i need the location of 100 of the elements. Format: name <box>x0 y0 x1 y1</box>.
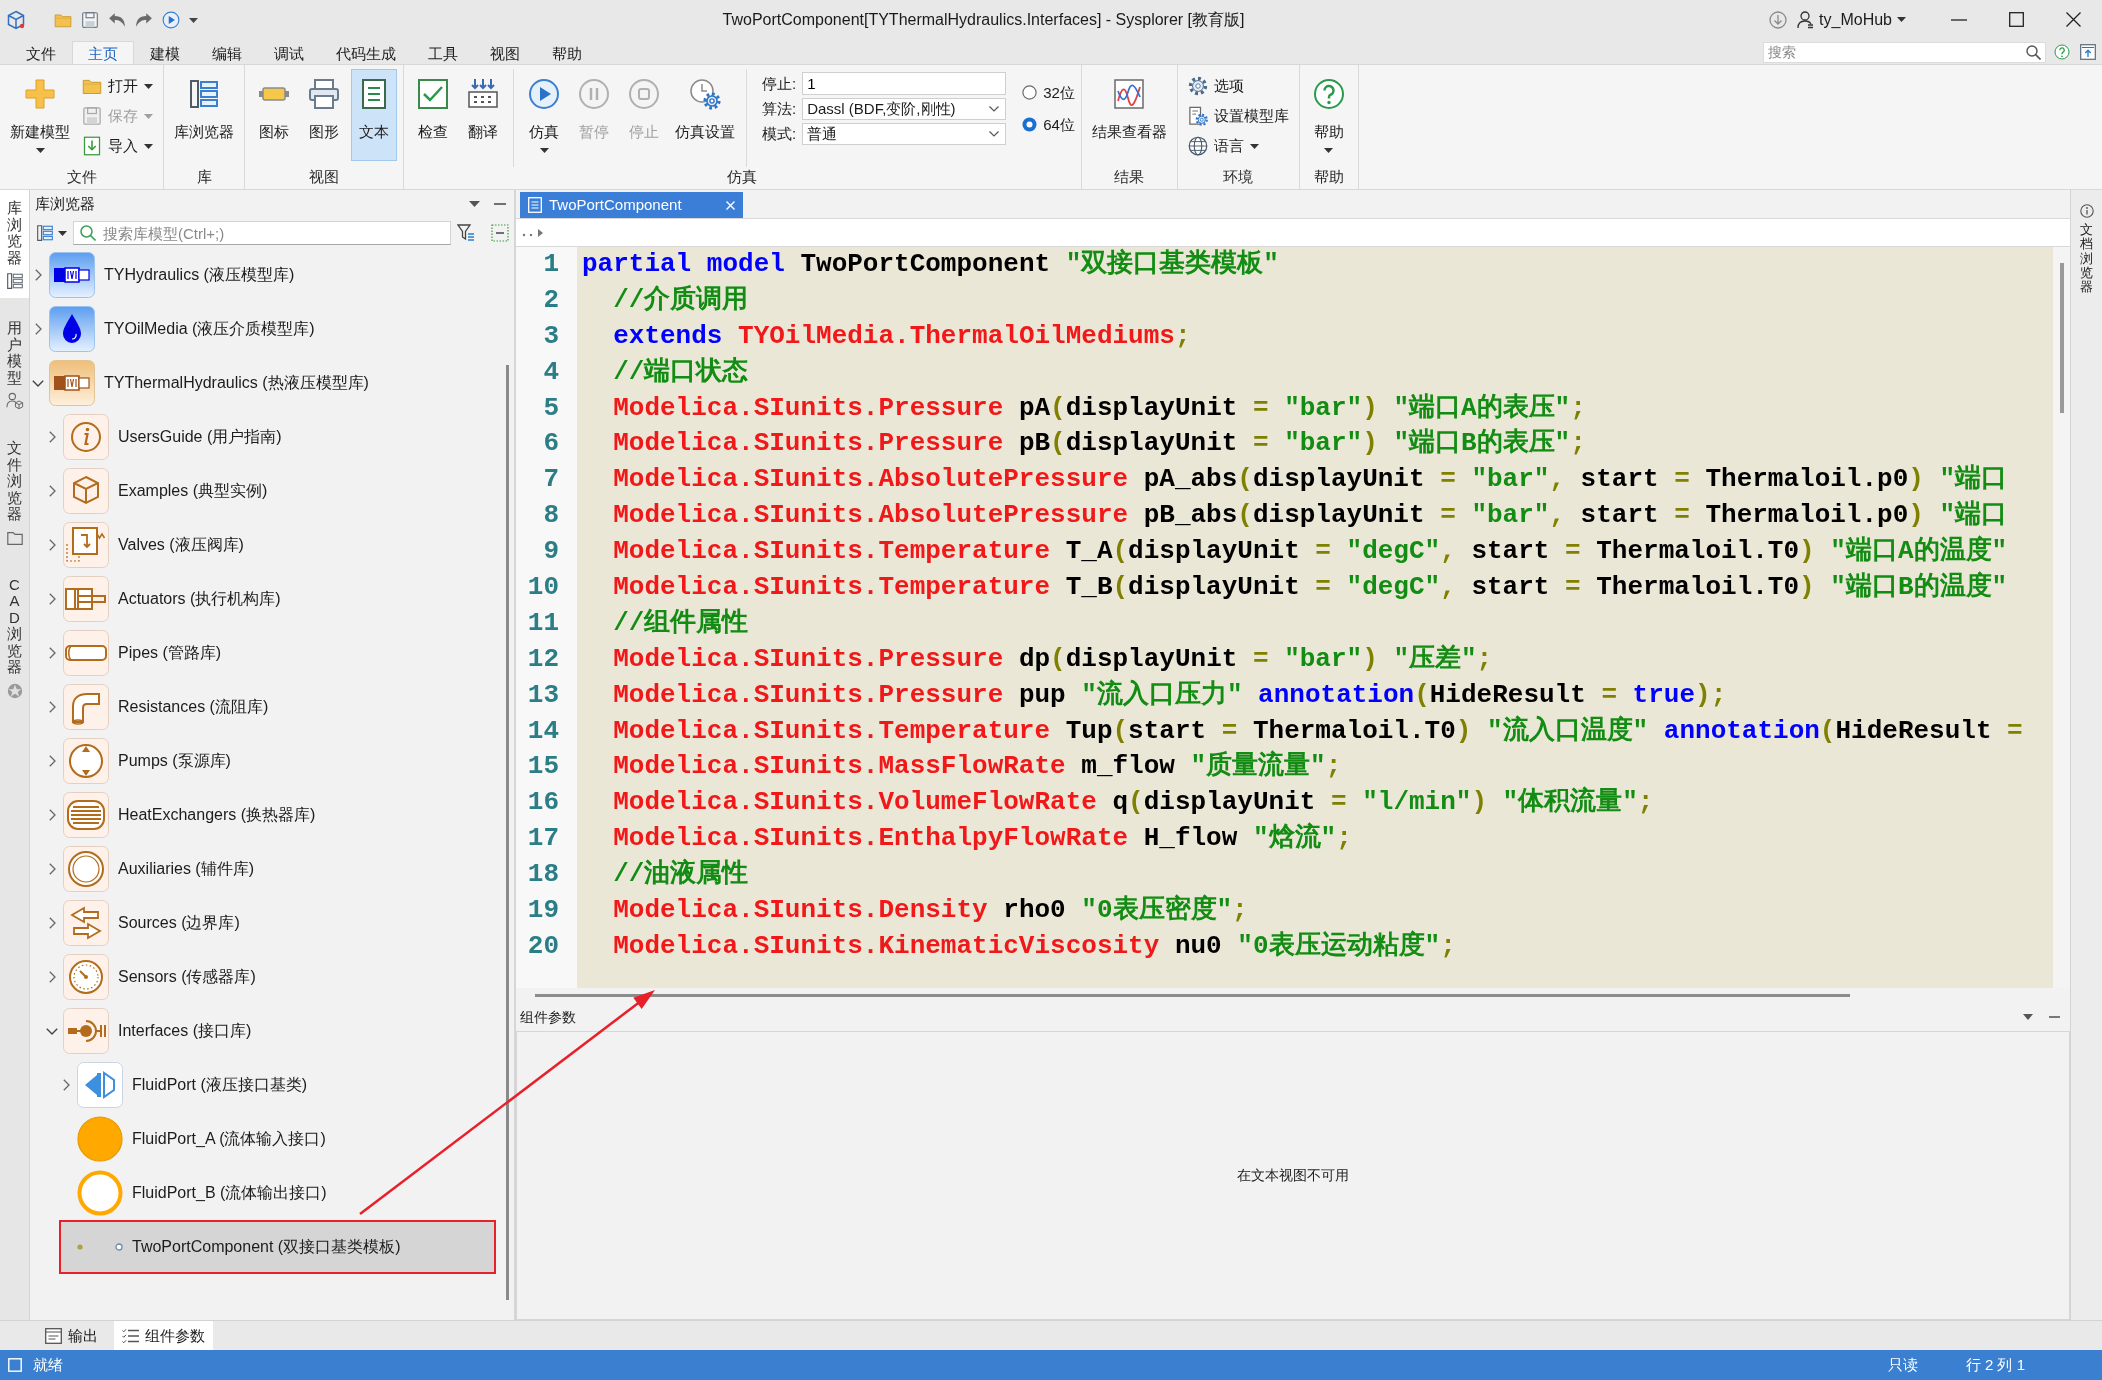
user-menu[interactable]: ty_MoHub <box>1795 9 1908 31</box>
undo-icon[interactable] <box>108 12 126 28</box>
text-field[interactable]: 1 <box>802 72 1007 95</box>
menu-tab[interactable]: 调试 <box>258 41 320 64</box>
ribbon-button[interactable]: 导入 <box>78 131 157 161</box>
ribbon-button[interactable]: 结果查看器 <box>1087 69 1171 161</box>
tree-item[interactable]: Actuators (执行机构库) <box>45 572 287 626</box>
tree-item[interactable]: Sources (边界库) <box>45 896 246 950</box>
tree-item[interactable]: HeatExchangers (换热器库) <box>45 788 322 842</box>
chevron-right-icon[interactable] <box>62 1079 70 1091</box>
dropdown-field[interactable]: 普通 <box>802 123 1007 145</box>
tree-item[interactable]: Pipes (管路库) <box>45 626 228 680</box>
menu-tab[interactable]: 代码生成 <box>320 41 412 64</box>
menu-tab[interactable]: 文件 <box>10 41 72 64</box>
side-tab[interactable]: 文档浏览器 <box>2079 204 2094 295</box>
tree-item[interactable]: TYOilMedia (液压介质模型库) <box>31 302 321 356</box>
ribbon-button[interactable]: 仿真设置 <box>671 69 739 161</box>
pump-icon <box>63 738 109 784</box>
menu-tab[interactable]: 建模 <box>134 41 196 64</box>
line-number: 3 <box>543 319 559 353</box>
menu-tab[interactable]: 主页 <box>72 41 134 64</box>
ribbon-button[interactable]: 检查 <box>410 69 456 161</box>
side-tab[interactable]: 库浏览器 <box>0 190 29 298</box>
ribbon-button[interactable]: 选项 <box>1183 71 1293 101</box>
tree-item[interactable]: FluidPort_A (流体输入接口) <box>59 1112 332 1166</box>
chevron-right-icon[interactable] <box>48 485 56 497</box>
code-line: Modelica.SIunits.Temperature Tup(start = Thermaloil.T0) "流入口温度" annotation(HideResult = <box>612 714 2023 748</box>
collapse-icon[interactable] <box>491 224 509 242</box>
tree-item[interactable]: Resistances (流阻库) <box>45 680 275 734</box>
chevron-right-icon[interactable] <box>48 647 56 659</box>
ribbon-button[interactable]: 翻译 <box>460 69 506 161</box>
chevron-right-icon[interactable] <box>48 701 56 713</box>
redo-icon[interactable] <box>135 12 153 28</box>
dropdown-field[interactable]: Dassl (BDF,变阶,刚性) <box>802 98 1007 120</box>
side-tab[interactable]: 文件浏览器 <box>0 430 29 555</box>
side-tab[interactable]: 用户模型 <box>0 310 29 418</box>
menu-tab[interactable]: 视图 <box>474 41 536 64</box>
chevron-right-icon[interactable] <box>48 917 56 929</box>
ribbon-button[interactable]: 文本 <box>351 69 397 161</box>
ribbon-button[interactable]: 设置模型库 <box>1183 101 1293 131</box>
editor-tab[interactable]: TwoPortComponent <box>520 192 743 218</box>
ribbon-button[interactable]: 打开 <box>78 71 157 101</box>
chevron-right-icon[interactable] <box>48 755 56 767</box>
tree-item[interactable]: TYHydraulics (液压模型库) <box>31 248 301 302</box>
panel-title: 组件参数 <box>520 1007 576 1027</box>
menu-tab[interactable]: 帮助 <box>536 41 598 64</box>
chevron-right-icon[interactable] <box>48 863 56 875</box>
chevron-right-icon[interactable] <box>48 809 56 821</box>
play-icon[interactable] <box>162 11 180 29</box>
tree-item[interactable]: FluidPort_B (流体输出接口) <box>59 1166 333 1220</box>
ribbon-button[interactable]: 语言 <box>1183 131 1293 161</box>
chevron-down-icon[interactable] <box>46 1027 58 1035</box>
tree-item[interactable]: Sensors (传感器库) <box>45 950 262 1004</box>
radio-option[interactable]: 64位 <box>1022 114 1075 134</box>
close-icon[interactable] <box>2066 12 2081 28</box>
tree-item[interactable]: Pumps (泵源库) <box>45 734 237 788</box>
tree-item[interactable]: UsersGuide (用户指南) <box>45 410 288 464</box>
help-icon[interactable] <box>2054 44 2070 60</box>
caret-icon[interactable] <box>469 201 480 207</box>
tree-item[interactable]: FluidPort (液压接口基类) <box>59 1058 314 1112</box>
radio-option[interactable]: 32位 <box>1022 83 1075 103</box>
ribbon-button[interactable]: 仿真 <box>521 69 567 161</box>
tree-item[interactable]: TYThermalHydraulics (热液压模型库) <box>31 356 375 410</box>
filter-icon[interactable] <box>457 224 475 242</box>
tree-view-button[interactable] <box>36 224 67 242</box>
chevron-down-icon[interactable] <box>32 379 44 387</box>
tree-item[interactable]: Valves (液压阀库) <box>45 518 250 572</box>
search-field[interactable]: 搜索库模型(Ctrl+;) <box>73 221 451 245</box>
line-number: 17 <box>527 822 559 856</box>
tree-item[interactable]: Auxiliaries (辅件库) <box>45 842 260 896</box>
breadcrumb-arrow-icon[interactable] <box>522 228 544 237</box>
tree-item[interactable]: Interfaces (接口库) <box>45 1004 258 1058</box>
scroll-bar[interactable] <box>506 365 509 1300</box>
ribbon-button[interactable]: 新建模型 <box>6 69 74 161</box>
bottom-tab[interactable]: 组件参数 <box>114 1321 213 1350</box>
caret-icon[interactable] <box>2023 1014 2033 1020</box>
ribbon-button[interactable]: 图标 <box>251 69 297 161</box>
chevron-right-icon[interactable] <box>34 323 42 335</box>
caret-icon[interactable] <box>189 17 198 23</box>
chevron-right-icon[interactable] <box>48 971 56 983</box>
bottom-tab[interactable]: 输出 <box>37 1321 106 1350</box>
upload-box-icon[interactable] <box>2080 44 2096 60</box>
tree-item[interactable]: TwoPortComponent (双接口基类模板) <box>59 1220 496 1274</box>
ribbon-button[interactable]: 库浏览器 <box>170 69 238 161</box>
chevron-right-icon[interactable] <box>48 593 56 605</box>
search-field[interactable]: 搜索 <box>1763 41 2046 63</box>
side-tab[interactable]: CAD 浏览器 <box>0 566 29 708</box>
scroll-bar[interactable] <box>2060 263 2064 413</box>
menu-tab[interactable]: 工具 <box>412 41 474 64</box>
menu-tab[interactable]: 编辑 <box>196 41 258 64</box>
maximize-icon[interactable] <box>2009 12 2024 28</box>
code-line: Modelica.SIunits.Temperature T_A(displayUnit = "degC", start = Thermaloil.T0) "端口A的温度" <box>612 534 2008 569</box>
chevron-right-icon[interactable] <box>48 539 56 551</box>
ribbon-button[interactable]: 图形 <box>301 69 347 161</box>
tree-item[interactable]: Examples (典型实例) <box>45 464 274 518</box>
ribbon-button[interactable]: 帮助 <box>1305 69 1352 161</box>
chevron-right-icon[interactable] <box>34 269 42 281</box>
arrow-down-circle-icon[interactable] <box>1769 11 1788 29</box>
scroll-bar[interactable] <box>535 994 1850 997</box>
chevron-right-icon[interactable] <box>48 431 56 443</box>
